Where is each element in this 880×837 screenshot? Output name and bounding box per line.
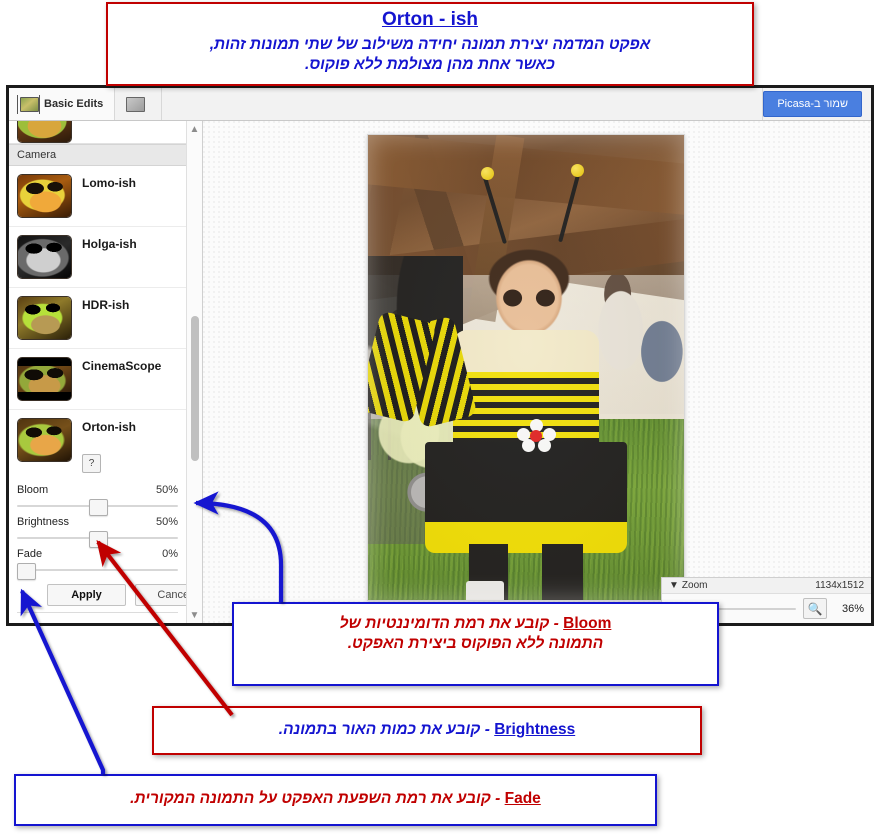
photo-orton-glow xyxy=(368,135,684,600)
effect-sliders-block: Bloom 50% Brightness 50% Fade 0% Apply C… xyxy=(9,484,186,619)
zoom-info-row: ▼ Zoom 1134x1512 xyxy=(662,578,871,594)
basic-edits-icon xyxy=(17,94,40,114)
callout-bloom-line1: Bloom - קובע את רמת הדומיננטיות של xyxy=(339,615,612,632)
effect-label: Holga-ish xyxy=(82,237,137,251)
slider-track-bloom[interactable] xyxy=(17,499,178,516)
panel-divider xyxy=(17,612,178,613)
frog-holga-thumb xyxy=(17,235,72,279)
callout-bloom-line2: התמונה ללא הפוקוס ביצירת האפקט. xyxy=(347,635,604,653)
slider-value-brightness: 50% xyxy=(155,516,178,528)
effects-icon xyxy=(126,96,146,112)
effects-section-camera: Camera xyxy=(9,144,186,166)
scroll-down-icon[interactable]: ▼ xyxy=(187,607,202,623)
effects-panel-scrollbar[interactable]: ▲ ▼ xyxy=(186,121,202,623)
slider-label-bloom: Bloom xyxy=(17,484,49,496)
callout-title-line1: אפקט המדמה יצירת תמונה יחידה משילוב של ש… xyxy=(209,35,651,53)
callout-brightness: Brightness - קובע את כמות האור בתמונה. xyxy=(152,706,702,755)
apply-button[interactable]: Apply xyxy=(47,584,126,606)
zoom-label-text: Zoom xyxy=(681,580,708,591)
chevron-down-icon: ▼ xyxy=(669,580,679,591)
slider-value-fade: 0% xyxy=(162,548,178,560)
callout-fade: Fade - קובע את רמת השפעת האפקט על התמונה… xyxy=(14,774,657,826)
effect-item-holga-ish[interactable]: Holga-ish xyxy=(9,227,186,288)
effect-action-buttons: Apply Cancel xyxy=(17,577,186,606)
effect-item-cinemascope[interactable]: CinemaScope xyxy=(9,349,186,410)
callout-bloom: Bloom - קובע את רמת הדומיננטיות של התמונ… xyxy=(232,602,719,686)
callout-fade-line1: Fade - קובע את רמת השפעת האפקט על התמונה… xyxy=(130,790,541,807)
effect-item-hdr-ish[interactable]: HDR-ish xyxy=(9,288,186,349)
effect-item-orton-ish[interactable]: Orton-ish ? xyxy=(9,410,186,481)
scroll-up-icon[interactable]: ▲ xyxy=(187,121,202,137)
slider-handle-fade[interactable] xyxy=(17,563,36,580)
effect-item-lomo-ish[interactable]: Lomo-ish xyxy=(9,166,186,227)
slider-value-bloom: 50% xyxy=(155,484,178,496)
effect-label: Orton-ish xyxy=(82,420,136,434)
slider-row-brightness: Brightness 50% xyxy=(17,516,178,548)
photo-canvas-area: ▼ Zoom 1134x1512 🔍 36% xyxy=(203,121,871,623)
image-dimensions: 1134x1512 xyxy=(815,580,864,591)
effects-panel: Camera Lomo-ish Holga-ish HDR-ish Cinema… xyxy=(9,121,203,623)
zoom-percent: 36% xyxy=(841,602,864,615)
slider-label-fade: Fade xyxy=(17,548,43,560)
tab-basic-edits[interactable]: Basic Edits xyxy=(9,88,116,120)
effect-label: CinemaScope xyxy=(82,359,162,373)
frog-lomo-thumb xyxy=(17,174,72,218)
editor-body: Camera Lomo-ish Holga-ish HDR-ish Cinema… xyxy=(9,121,871,623)
effect-label: Lomo-ish xyxy=(82,176,136,190)
callout-title-line2: כאשר אחת מהן מצולמת ללא פוקוס. xyxy=(305,55,555,73)
save-to-picasa-button[interactable]: שמור ב-Picasa xyxy=(763,91,862,117)
callout-brightness-line1: Brightness - קובע את כמות האור בתמונה. xyxy=(278,721,576,738)
edited-photo[interactable] xyxy=(367,134,685,601)
slider-track-fade[interactable] xyxy=(17,563,178,580)
zoom-dropdown[interactable]: ▼ Zoom xyxy=(669,580,707,591)
slider-handle-brightness[interactable] xyxy=(89,531,108,548)
frog-hdr-thumb xyxy=(17,296,72,340)
callout-title-heading: Orton - ish xyxy=(381,9,479,30)
frog-cinemascope-thumb xyxy=(17,357,72,401)
slider-row-fade: Fade 0% xyxy=(17,548,178,580)
tab-basic-edits-label: Basic Edits xyxy=(44,98,104,110)
scrollbar-thumb[interactable] xyxy=(191,316,199,461)
slider-row-bloom: Bloom 50% xyxy=(17,484,178,516)
slider-handle-bloom[interactable] xyxy=(89,499,108,516)
effects-scroll-area: Camera Lomo-ish Holga-ish HDR-ish Cinema… xyxy=(9,121,186,623)
slider-track-brightness[interactable] xyxy=(17,531,178,548)
editor-toolbar: Basic Edits שמור ב-Picasa xyxy=(9,88,871,121)
tab-effects[interactable] xyxy=(115,88,163,120)
slider-bar xyxy=(17,569,178,571)
help-button[interactable]: ? xyxy=(82,454,101,473)
slider-label-brightness: Brightness xyxy=(17,516,69,528)
effect-label: HDR-ish xyxy=(82,298,130,312)
effects-partial-row-top xyxy=(9,121,186,144)
callout-orton-ish-title: Orton - ish אפקט המדמה יצירת תמונה יחידה… xyxy=(106,2,754,86)
frog-thumbnail-partial xyxy=(17,121,72,143)
cancel-button[interactable]: Cancel xyxy=(135,584,186,606)
frog-orton-thumb xyxy=(17,418,72,462)
magnifier-icon[interactable]: 🔍 xyxy=(803,598,827,619)
picasa-photo-editor-window: Basic Edits שמור ב-Picasa Camera Lomo-is… xyxy=(6,85,874,626)
